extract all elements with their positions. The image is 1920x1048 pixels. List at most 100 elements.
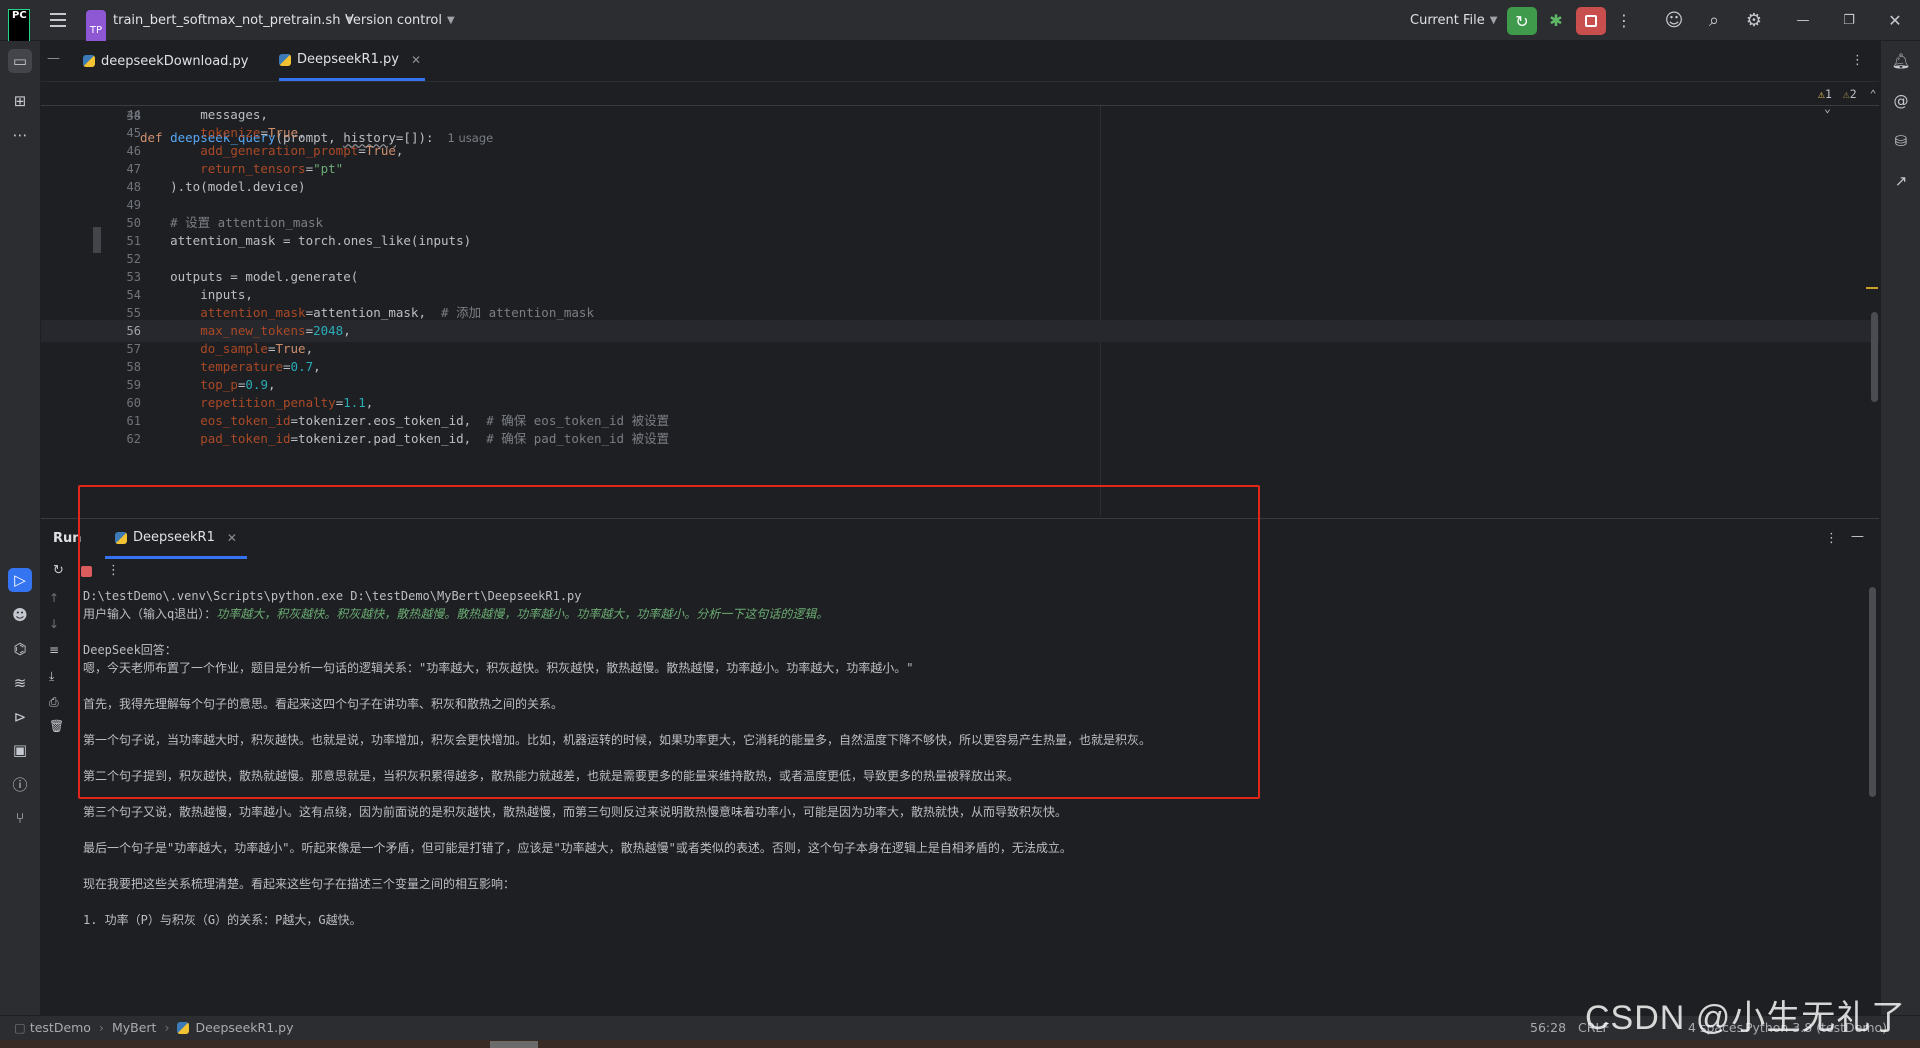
- sciview-button[interactable]: ↗: [1889, 169, 1913, 193]
- more-actions-button[interactable]: ⋮: [1614, 0, 1634, 40]
- console-line: 现在我要把这些关系梳理清楚。看起来这些句子在描述三个变量之间的相互影响：: [83, 877, 516, 891]
- more-icon[interactable]: ⋮: [107, 563, 120, 578]
- editor-scrollbar[interactable]: [1871, 312, 1878, 402]
- trash-icon[interactable]: 🗑︎: [49, 719, 64, 733]
- console-side-toolbar: ↑ ↓ ≡ ⤓ ⎙ 🗑︎: [41, 589, 69, 1014]
- git-tool-button[interactable]: ⑂: [8, 806, 32, 830]
- run-tab-label: DeepseekR1: [133, 530, 215, 545]
- rerun-button[interactable]: ↻: [1507, 7, 1537, 35]
- console-line: 1. 功率（P）与积灰（G）的关系：P越大，G越快。: [83, 913, 362, 927]
- error-stripe-mark[interactable]: [1866, 287, 1878, 289]
- console-line: 第一个句子说，当功率越大时，积灰越快。也就是说，功率增加，积灰会更快增加。比如，…: [83, 733, 1152, 747]
- run-tab-deepseekr1[interactable]: DeepseekR1 ✕: [105, 519, 247, 559]
- console-line: 最后一个句子是"功率越大，功率越小"。听起来像是一个矛盾，但可能是打错了，应该是…: [83, 841, 1072, 855]
- close-icon[interactable]: ✕: [227, 531, 237, 545]
- soft-wrap-icon[interactable]: ≡: [49, 643, 59, 657]
- search-icon: ⌕: [1708, 9, 1720, 31]
- bug-icon: ✱: [1549, 10, 1563, 30]
- python-file-icon: [83, 55, 95, 67]
- main-menu-button[interactable]: [48, 0, 68, 40]
- console-output[interactable]: D:\testDemo\.venv\Scripts\python.exe D:\…: [73, 587, 1863, 1002]
- more-tools-button[interactable]: ⋯: [8, 123, 32, 147]
- add-user-button[interactable]: ☺: [1662, 0, 1686, 40]
- inspections-widget[interactable]: ⚠1 ⚠2 ⌃ ⌄: [1818, 87, 1879, 115]
- python-console-tool-button[interactable]: ⌬: [8, 637, 32, 661]
- chevron-down-icon[interactable]: ⌄: [1824, 101, 1831, 115]
- minimize-panel-icon[interactable]: —: [1851, 529, 1864, 544]
- weak-warning-count: 2: [1849, 87, 1857, 101]
- search-button[interactable]: ⌕: [1702, 0, 1726, 40]
- structure-tool-button[interactable]: ⊞: [8, 89, 32, 113]
- bell-icon: 🔔︎: [1891, 52, 1911, 70]
- arrow-up-icon[interactable]: ↑: [49, 591, 59, 605]
- run-toolbar: ↻ ⋮: [41, 559, 1879, 585]
- current-line[interactable]: 56 max_new_tokens=2048,: [41, 320, 1879, 342]
- run-options-icon[interactable]: ⋮: [1825, 531, 1838, 546]
- python-file-icon: [279, 53, 291, 66]
- print-icon[interactable]: ⎙: [49, 695, 59, 710]
- input-prompt: 用户输入（输入q退出）：: [83, 607, 217, 621]
- console-line: D:\testDemo\.venv\Scripts\python.exe D:\…: [83, 589, 582, 603]
- breadcrumb: ▢ testDemo › MyBert › DeepseekR1.py: [14, 1020, 294, 1035]
- usage-hint[interactable]: 1 usage: [448, 131, 494, 145]
- packages-tool-button[interactable]: ≋: [8, 671, 32, 695]
- minimize-button[interactable]: —: [1792, 0, 1814, 40]
- arrow-down-icon[interactable]: ↓: [49, 617, 59, 631]
- line-number: 62: [126, 432, 141, 446]
- horizontal-scroll-thumb[interactable]: [490, 1041, 538, 1048]
- run-panel-title: Run: [53, 531, 82, 546]
- debug-button[interactable]: ✱: [1542, 0, 1570, 40]
- user-plus-icon: ☺: [1664, 9, 1684, 31]
- python-file-icon: [177, 1021, 190, 1034]
- run-tool-button[interactable]: ▷: [8, 568, 32, 592]
- ellipsis-icon: ⋯: [12, 126, 28, 144]
- warning-count: 1: [1824, 87, 1832, 101]
- project-tool-button[interactable]: ▭: [8, 49, 32, 73]
- tab-label: deepseekDownload.py: [101, 53, 249, 69]
- terminal-tool-button[interactable]: ▣: [8, 738, 32, 762]
- scroll-to-end-icon[interactable]: ⤓: [49, 669, 54, 684]
- breadcrumb-item[interactable]: testDemo: [30, 1020, 91, 1035]
- taskbar-strip: [0, 1040, 1920, 1048]
- structure-icon: ⊞: [13, 92, 27, 110]
- terminal-icon: ▣: [12, 741, 28, 759]
- close-icon[interactable]: ✕: [411, 53, 421, 67]
- folder-icon: ▭: [12, 52, 28, 70]
- stop-process-button[interactable]: [81, 566, 92, 577]
- python-file-icon: [115, 531, 127, 544]
- watermark: CSDN @小生无礼了: [1585, 999, 1907, 1037]
- breadcrumb-item[interactable]: MyBert: [112, 1020, 157, 1035]
- project-selector[interactable]: train_bert_softmax_not_pretrain.sh ▼: [113, 0, 353, 40]
- database-button[interactable]: ⛁: [1889, 129, 1913, 153]
- version-control-menu[interactable]: Version control ▼: [345, 0, 455, 40]
- console-line: DeepSeek回答：: [83, 643, 177, 657]
- restore-icon: ❐: [1843, 12, 1855, 28]
- close-window-button[interactable]: ✕: [1884, 0, 1906, 40]
- settings-button[interactable]: ⚙: [1742, 0, 1766, 40]
- tab-deepseekdownload[interactable]: deepseekDownload.py: [83, 41, 249, 81]
- breadcrumb-item[interactable]: DeepseekR1.py: [195, 1020, 293, 1035]
- tabs-more-icon[interactable]: ⋮: [1851, 53, 1864, 68]
- restore-button[interactable]: ❐: [1838, 0, 1860, 40]
- services-run-tool-button[interactable]: ⊳: [8, 705, 32, 729]
- services-tool-button[interactable]: ☻: [8, 603, 32, 627]
- chevron-down-icon: ▼: [447, 14, 455, 26]
- chevron-right-icon: ›: [164, 1020, 170, 1035]
- console-scrollbar[interactable]: [1869, 587, 1876, 797]
- stop-button[interactable]: [1576, 7, 1606, 35]
- collapse-icon[interactable]: —: [47, 51, 60, 66]
- tab-deepseekr1[interactable]: DeepseekR1.py ✕: [279, 41, 425, 81]
- weak-warning-icon: ⚠: [1842, 87, 1850, 101]
- run-config-selector[interactable]: Current File ▼: [1410, 0, 1497, 40]
- problems-tool-button[interactable]: ⓘ: [8, 772, 32, 796]
- rerun-icon[interactable]: ↻: [53, 563, 64, 578]
- caret-position[interactable]: 56:28: [1530, 1020, 1566, 1035]
- code-editor[interactable]: 38 def deepseek_query(prompt, history=[]…: [41, 82, 1879, 516]
- version-control-label: Version control: [345, 12, 442, 28]
- gear-icon: ⚙: [1745, 9, 1763, 31]
- run-icon: ▷: [14, 571, 26, 589]
- sticky-line[interactable]: 38 def deepseek_query(prompt, history=[]…: [41, 83, 1879, 145]
- chevron-up-icon[interactable]: ⌃: [1870, 87, 1877, 101]
- notifications-button[interactable]: 🔔︎: [1889, 49, 1913, 73]
- ai-assistant-button[interactable]: @: [1889, 89, 1913, 113]
